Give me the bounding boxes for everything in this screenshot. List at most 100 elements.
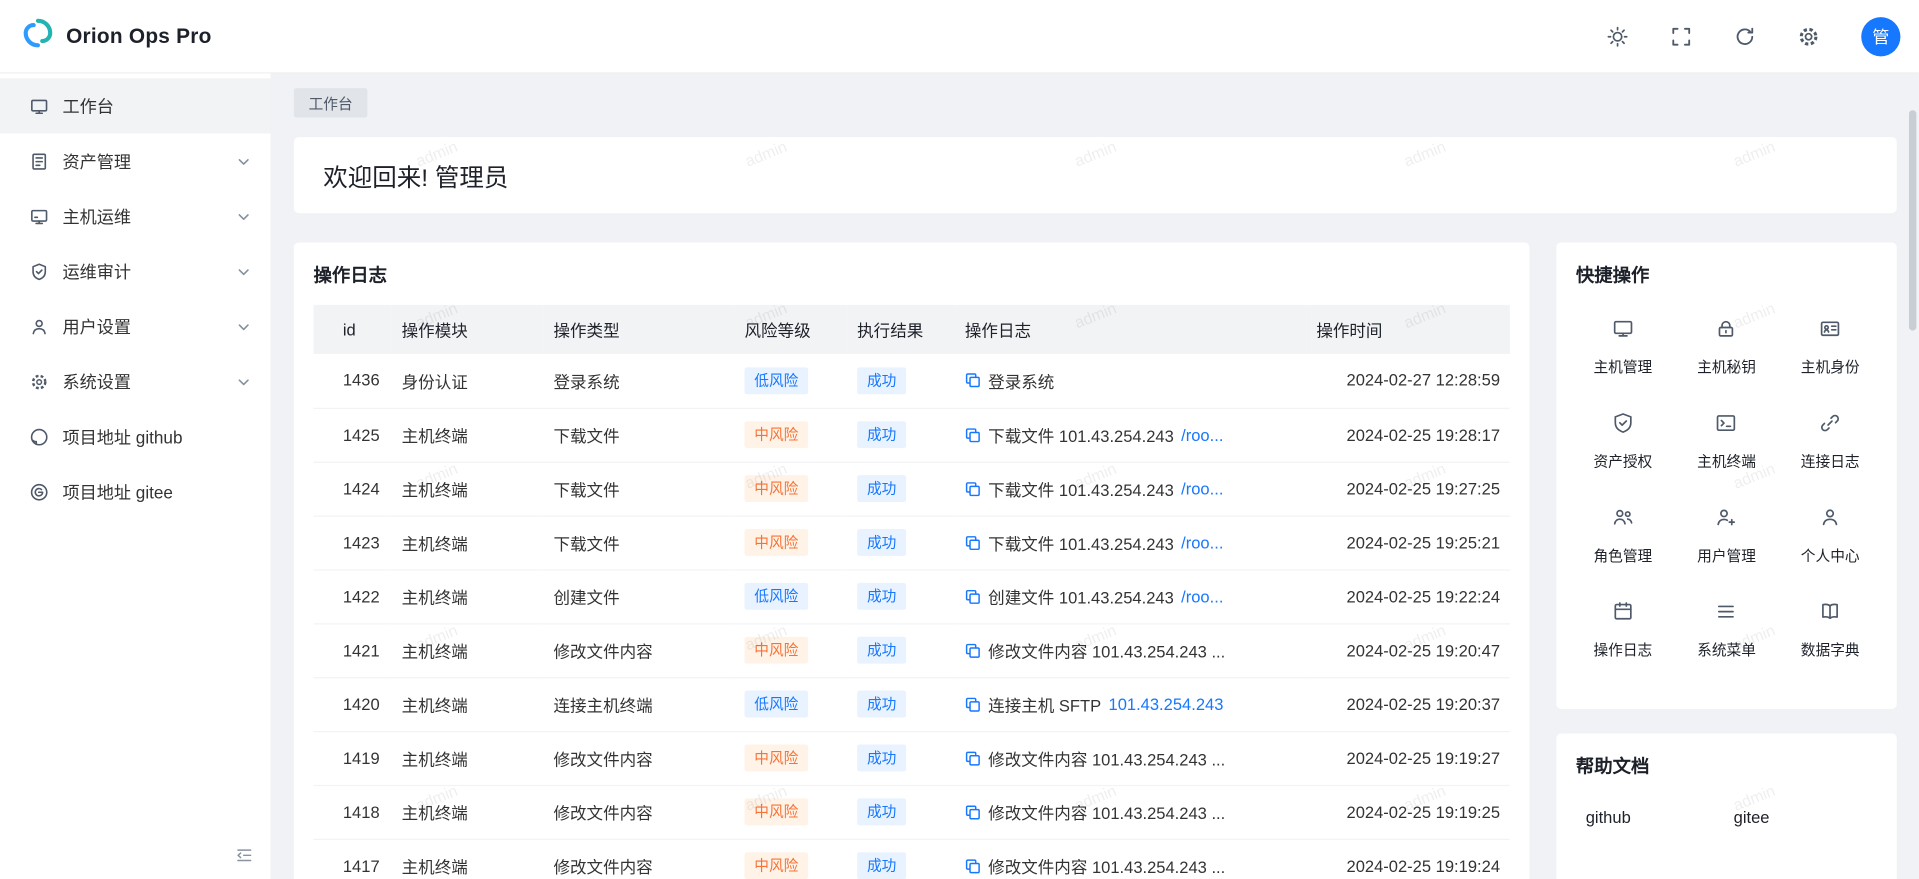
log-type: 修改文件内容 [544, 623, 735, 677]
log-message: 下载文件 101.43.254.243 /roo... [955, 516, 1306, 570]
quick-action-connect-logs[interactable]: 连接日志 [1778, 394, 1882, 488]
log-link[interactable]: /roo... [1181, 533, 1223, 551]
sidebar-item-gitee[interactable]: 项目地址 gitee [0, 464, 271, 519]
chevron-down-icon [236, 264, 251, 279]
log-text: 修改文件内容 101.43.254.243 ... [988, 746, 1225, 770]
gitee-link[interactable]: gitee [1734, 808, 1770, 826]
log-id: 1418 [313, 785, 391, 839]
sidebar-item-audit[interactable]: 运维审计 [0, 244, 271, 299]
operation-logs-table: id 操作模块 操作类型 风险等级 执行结果 操作日志 操作时间 [313, 305, 1509, 879]
log-risk: 中风险 [735, 516, 848, 570]
log-time: 2024-02-25 19:27:25 [1307, 462, 1510, 516]
calendar-icon [1611, 600, 1634, 629]
log-module: 主机终端 [392, 569, 544, 623]
quick-action-asset-grant[interactable]: 资产授权 [1571, 394, 1675, 488]
help-docs-title: 帮助文档 [1576, 753, 1877, 779]
log-link[interactable]: /roo... [1181, 587, 1223, 605]
log-text: 创建文件 101.43.254.243 [988, 584, 1174, 608]
log-id: 1419 [313, 731, 391, 785]
log-text: 连接主机 SFTP [988, 692, 1101, 716]
log-text: 下载文件 101.43.254.243 [988, 530, 1174, 554]
table-row: 1423 主机终端 下载文件 中风险 成功 下载文件 101.43.254.24… [313, 516, 1509, 570]
log-result: 成功 [847, 731, 955, 785]
quick-action-data-dict[interactable]: 数据字典 [1778, 583, 1882, 677]
risk-badge: 低风险 [744, 583, 808, 610]
copy-icon[interactable] [965, 642, 981, 658]
log-result: 成功 [847, 462, 955, 516]
quick-action-role-manage[interactable]: 角色管理 [1571, 489, 1675, 583]
theme-toggle-icon[interactable] [1607, 25, 1629, 47]
collapse-sidebar-icon[interactable] [235, 846, 253, 864]
copy-icon[interactable] [965, 696, 981, 712]
copy-icon[interactable] [965, 804, 981, 820]
log-link[interactable]: /roo... [1181, 479, 1223, 497]
copy-icon[interactable] [965, 534, 981, 550]
quick-action-host-identity[interactable]: 主机身份 [1778, 300, 1882, 394]
github-link[interactable]: github [1586, 808, 1631, 826]
sidebar-item-user-settings[interactable]: 用户设置 [0, 299, 271, 354]
quick-action-operation-logs[interactable]: 操作日志 [1571, 583, 1675, 677]
sidebar-item-host-ops[interactable]: 主机运维 [0, 189, 271, 244]
sidebar-item-label: 项目地址 gitee [62, 479, 173, 503]
log-module: 主机终端 [392, 839, 544, 879]
book-icon [1819, 600, 1842, 629]
log-type: 下载文件 [544, 516, 735, 570]
sidebar-item-label: 工作台 [62, 94, 113, 118]
sidebar-item-system-settings[interactable]: 系统设置 [0, 354, 271, 409]
chevron-down-icon [236, 209, 251, 224]
result-badge: 成功 [857, 852, 906, 879]
log-message: 创建文件 101.43.254.243 /roo... [955, 569, 1306, 623]
scrollbar[interactable] [1909, 110, 1916, 330]
log-id: 1423 [313, 516, 391, 570]
column-header-risk: 风险等级 [735, 305, 848, 354]
refresh-icon[interactable] [1734, 25, 1756, 47]
github-icon [29, 427, 49, 447]
quick-action-host-keys[interactable]: 主机秘钥 [1675, 300, 1779, 394]
quick-action-system-menu[interactable]: 系统菜单 [1675, 583, 1779, 677]
user-add-icon [1715, 506, 1738, 535]
table-row: 1421 主机终端 修改文件内容 中风险 成功 修改文件内容 101.43.25… [313, 623, 1509, 677]
table-row: 1419 主机终端 修改文件内容 中风险 成功 修改文件内容 101.43.25… [313, 731, 1509, 785]
copy-icon[interactable] [965, 588, 981, 604]
sidebar-item-github[interactable]: 项目地址 github [0, 409, 271, 464]
log-time: 2024-02-25 19:19:24 [1307, 839, 1510, 879]
quick-action-personal-center[interactable]: 个人中心 [1778, 489, 1882, 583]
column-header-id: id [313, 305, 391, 354]
copy-icon[interactable] [965, 858, 981, 874]
welcome-message: 欢迎回来! 管理员 [323, 157, 508, 193]
quick-actions-card: 快捷操作 主机管理 主机秘钥 [1556, 242, 1896, 709]
log-link[interactable]: 101.43.254.243 [1108, 695, 1223, 713]
column-header-result: 执行结果 [847, 305, 955, 354]
log-message: 连接主机 SFTP 101.43.254.243 [955, 677, 1306, 731]
avatar[interactable]: 管 [1861, 17, 1900, 56]
log-module: 主机终端 [392, 785, 544, 839]
log-message: 修改文件内容 101.43.254.243 ... [955, 785, 1306, 839]
tabs-bar: 工作台 [294, 83, 1897, 122]
log-module: 主机终端 [392, 516, 544, 570]
quick-action-label: 角色管理 [1593, 545, 1652, 566]
fullscreen-icon[interactable] [1670, 25, 1692, 47]
quick-action-label: 操作日志 [1593, 639, 1652, 660]
sidebar-item-workbench[interactable]: 工作台 [0, 78, 271, 133]
copy-icon[interactable] [965, 750, 981, 766]
quick-action-host-terminal[interactable]: 主机终端 [1675, 394, 1779, 488]
quick-action-label: 主机身份 [1801, 356, 1860, 377]
log-module: 主机终端 [392, 623, 544, 677]
chevron-down-icon [236, 154, 251, 169]
tab-workbench[interactable]: 工作台 [294, 88, 367, 117]
quick-action-host-manage[interactable]: 主机管理 [1571, 300, 1675, 394]
copy-icon[interactable] [965, 373, 981, 389]
copy-icon[interactable] [965, 427, 981, 443]
log-time: 2024-02-25 19:19:25 [1307, 785, 1510, 839]
copy-icon[interactable] [965, 481, 981, 497]
quick-action-label: 主机终端 [1697, 451, 1756, 472]
result-badge: 成功 [857, 475, 906, 502]
log-link[interactable]: /roo... [1181, 426, 1223, 444]
settings-gear-icon[interactable] [1798, 25, 1820, 47]
quick-action-user-manage[interactable]: 用户管理 [1675, 489, 1779, 583]
log-module: 主机终端 [392, 731, 544, 785]
log-id: 1421 [313, 623, 391, 677]
sidebar-item-assets[interactable]: 资产管理 [0, 133, 271, 188]
log-type: 连接主机终端 [544, 677, 735, 731]
right-column: 快捷操作 主机管理 主机秘钥 [1556, 242, 1896, 879]
